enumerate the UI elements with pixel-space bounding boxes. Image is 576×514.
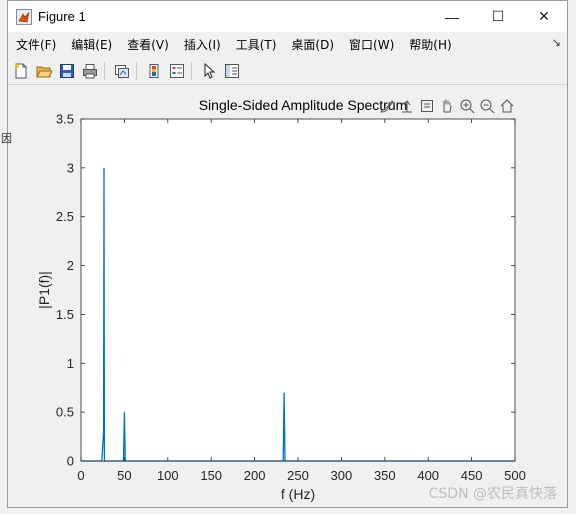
axes-toolbar — [377, 97, 517, 115]
menu-edit[interactable]: 编辑(E) — [71, 36, 112, 53]
toolbar-separator — [136, 62, 137, 80]
x-tick-label: 250 — [287, 468, 309, 483]
y-tick-label: 3.5 — [56, 112, 74, 127]
y-tick-label: 0.5 — [56, 405, 74, 420]
figure-canvas: 因 0 50 100 150 200 250 300 350 400 450 500 0 0.5 1 1.5… — [1, 87, 567, 507]
zoom-in-icon[interactable] — [457, 97, 477, 115]
y-tick-label: 2.5 — [56, 209, 74, 224]
open-file-icon[interactable] — [34, 61, 54, 81]
menu-insert[interactable]: 插入(I) — [184, 36, 221, 53]
figure-window: Figure 1 — ☐ ✕ 文件(F) 编辑(E) 查看(V) 插入(I) 工… — [1, 0, 568, 508]
spectrum-chart: 0 50 100 150 200 250 300 350 400 450 500 0 0.5 1 1.5 2 2… — [36, 97, 526, 502]
export-icon[interactable] — [417, 97, 437, 115]
property-inspector-icon[interactable] — [222, 61, 242, 81]
title-bar: Figure 1 — ☐ ✕ — [8, 1, 567, 32]
insert-legend-icon[interactable] — [167, 61, 187, 81]
x-tick-label: 400 — [417, 468, 439, 483]
toolbar-separator — [104, 62, 105, 80]
dock-arrow-icon[interactable]: ↘ — [552, 36, 561, 49]
close-button[interactable]: ✕ — [521, 1, 567, 32]
x-tick-label: 100 — [157, 468, 179, 483]
pan-icon[interactable] — [437, 97, 457, 115]
home-icon[interactable] — [497, 97, 517, 115]
menu-tools[interactable]: 工具(T) — [236, 36, 277, 53]
plot-area — [81, 119, 515, 461]
maximize-button[interactable]: ☐ — [475, 1, 521, 32]
x-tick-label: 350 — [374, 468, 396, 483]
minimize-button[interactable]: — — [429, 1, 475, 32]
x-tick-label: 200 — [244, 468, 266, 483]
new-figure-icon[interactable] — [11, 61, 31, 81]
window-title: Figure 1 — [38, 9, 86, 24]
y-tick-label: 1.5 — [56, 307, 74, 322]
print-icon[interactable] — [80, 61, 100, 81]
y-tick-label: 2 — [67, 258, 74, 273]
data-tips-icon[interactable] — [397, 97, 417, 115]
save-icon[interactable] — [57, 61, 77, 81]
y-tick-label: 3 — [67, 160, 74, 175]
y-tick-label: 1 — [67, 356, 74, 371]
x-axis-label: f (Hz) — [281, 486, 315, 502]
toolbar-separator — [191, 62, 192, 80]
edit-plot-icon[interactable] — [199, 61, 219, 81]
insert-colorbar-icon[interactable] — [144, 61, 164, 81]
menu-help[interactable]: 帮助(H) — [409, 36, 451, 53]
menu-view[interactable]: 查看(V) — [127, 36, 169, 53]
link-plot-icon[interactable] — [112, 61, 132, 81]
y-tick-label: 0 — [67, 454, 74, 469]
menu-window[interactable]: 窗口(W) — [349, 36, 394, 53]
x-tick-label: 450 — [461, 468, 483, 483]
menu-bar: 文件(F) 编辑(E) 查看(V) 插入(I) 工具(T) 桌面(D) 窗口(W… — [8, 33, 567, 55]
x-tick-label: 50 — [117, 468, 131, 483]
brush-icon[interactable] — [377, 97, 397, 115]
x-tick-label: 150 — [200, 468, 222, 483]
chart-title: Single-Sided Amplitude Spectrum — [199, 97, 408, 113]
watermark: CSDN @农民真快落 — [428, 486, 557, 502]
menu-file[interactable]: 文件(F) — [16, 36, 56, 53]
x-tick-label: 500 — [504, 468, 526, 483]
matlab-icon — [16, 8, 32, 25]
x-tick-label: 0 — [77, 468, 84, 483]
window-controls: — ☐ ✕ — [429, 1, 567, 32]
y-axis-label: |P1(f)| — [36, 271, 52, 309]
figure-toolbar — [8, 58, 567, 85]
zoom-out-icon[interactable] — [477, 97, 497, 115]
x-tick-label: 300 — [331, 468, 353, 483]
menu-desktop[interactable]: 桌面(D) — [291, 36, 334, 53]
